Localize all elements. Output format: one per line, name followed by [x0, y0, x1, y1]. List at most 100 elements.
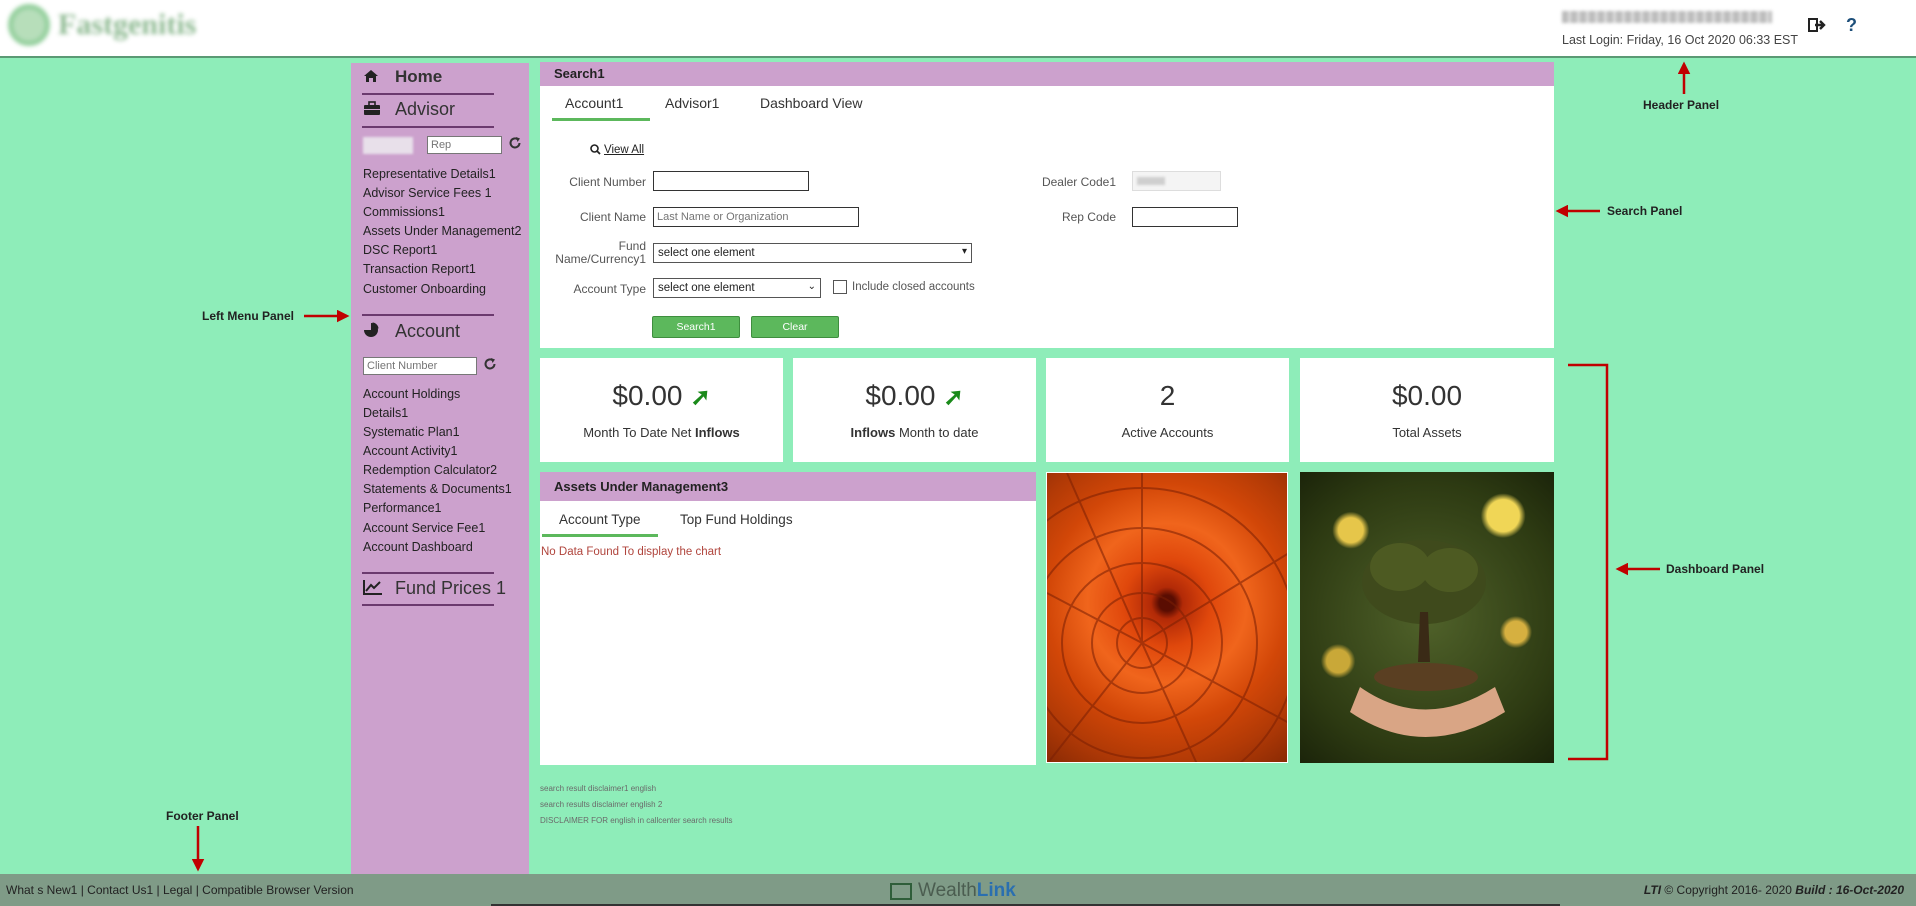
advisor-code-redacted	[363, 137, 413, 154]
menu-account-label: Account	[395, 321, 461, 341]
rep-code-label: Rep Code	[1061, 210, 1116, 224]
rep-code-field[interactable]	[1132, 207, 1238, 227]
search-panel-title: Search1	[540, 62, 1554, 86]
company-logo[interactable]: Fastgenitis	[8, 4, 213, 46]
active-tab-indicator	[552, 118, 650, 121]
logout-icon[interactable]	[1808, 17, 1826, 36]
logo-mark-icon	[8, 4, 50, 46]
search-panel: Search1 Account1 Advisor1 Dashboard View…	[540, 62, 1554, 348]
menu-link-statements-documents[interactable]: Statements & Documents1	[363, 482, 512, 496]
menu-link-advisor-service-fees[interactable]: Advisor Service Fees 1	[363, 186, 492, 200]
last-login-text: Last Login: Friday, 16 Oct 2020 06:33 ES…	[1562, 33, 1799, 47]
search-button[interactable]: Search1	[652, 316, 740, 338]
menu-fund-prices-label: Fund Prices 1	[395, 578, 507, 598]
wealthlink-logo: Wealth Link	[890, 880, 1016, 902]
dropdown-arrow-icon: ▾	[961, 246, 967, 257]
stat-caption-text: Month To Date Net	[583, 425, 695, 440]
assets-under-management-panel: Assets Under Management3 Account Type To…	[540, 472, 1036, 765]
footer-copyright: LTI © Copyright 2016- 2020 Build : 16-Oc…	[1644, 883, 1904, 897]
search-icon	[590, 144, 601, 158]
menu-link-assets-under-management[interactable]: Assets Under Management2	[363, 224, 521, 238]
include-closed-label: Include closed accounts	[852, 281, 975, 293]
menu-link-representative-details[interactable]: Representative Details1	[363, 167, 496, 181]
copyright-company: LTI	[1643, 883, 1662, 897]
dealer-code-label: Dealer Code1	[1041, 175, 1116, 189]
menu-link-commissions[interactable]: Commissions1	[363, 205, 445, 219]
annotation-footer-panel: Footer Panel	[166, 809, 239, 823]
chevron-down-icon: ⌄	[807, 281, 816, 292]
footer-separator: |	[153, 883, 163, 897]
wealthlink-logo-icon	[890, 882, 912, 900]
tree-in-hands-image	[1300, 472, 1554, 763]
menu-link-redemption-calculator[interactable]: Redemption Calculator2	[363, 463, 497, 477]
include-closed-checkbox[interactable]	[833, 280, 847, 294]
menu-advisor[interactable]: Advisor	[363, 99, 455, 120]
menu-link-account-holdings[interactable]: Account Holdings	[363, 387, 460, 401]
menu-advisor-label: Advisor	[395, 99, 456, 119]
refresh-icon[interactable]	[483, 357, 497, 375]
stat-value-text: $0.00	[612, 380, 683, 411]
tab-advisor[interactable]: Advisor1	[665, 95, 719, 111]
menu-link-transaction-report[interactable]: Transaction Report1	[363, 262, 476, 276]
menu-link-details[interactable]: Details1	[363, 406, 408, 420]
left-menu-panel: Home Advisor Representative Details1 Adv…	[351, 63, 529, 906]
header-panel: Fastgenitis Last Login: Friday, 16 Oct 2…	[0, 0, 1916, 58]
menu-link-customer-onboarding[interactable]: Customer Onboarding	[363, 282, 486, 296]
dealer-code-redacted	[1137, 177, 1165, 185]
tab-top-fund-holdings[interactable]: Top Fund Holdings	[680, 512, 793, 527]
menu-home-label: Home	[395, 67, 443, 86]
stat-value: $0.00 ➚	[540, 380, 783, 412]
stat-caption: Total Assets	[1392, 425, 1462, 440]
footer-link-compatible-browser[interactable]: Compatible Browser Version	[202, 883, 353, 897]
no-data-message: No Data Found To display the chart	[541, 546, 722, 558]
menu-link-performance[interactable]: Performance1	[363, 501, 442, 515]
menu-account[interactable]: Account	[363, 321, 460, 342]
footer-link-legal[interactable]: Legal	[163, 883, 192, 897]
menu-link-systematic-plan[interactable]: Systematic Plan1	[363, 425, 460, 439]
logo-text: Fastgenitis	[58, 8, 197, 41]
annotation-header-panel: Header Panel	[1643, 98, 1720, 112]
wealthlink-logo-part2: Link	[976, 880, 1016, 901]
client-number-input[interactable]	[363, 357, 477, 375]
pie-chart-icon	[363, 322, 383, 341]
stat-caption: Inflows Month to date	[793, 425, 1036, 440]
build-label: Build : 16-Oct-2020	[1795, 883, 1904, 897]
user-name-redacted	[1562, 11, 1772, 23]
menu-divider	[362, 314, 494, 316]
footer-link-whats-new[interactable]: What s New1	[6, 883, 77, 897]
refresh-icon[interactable]	[508, 136, 522, 154]
annotation-dashboard-panel: Dashboard Panel	[1666, 562, 1765, 576]
annotation-left-menu-panel: Left Menu Panel	[202, 309, 295, 323]
annotation-search-panel: Search Panel	[1607, 204, 1683, 218]
menu-link-account-activity[interactable]: Account Activity1	[363, 444, 458, 458]
tab-dashboard-view[interactable]: Dashboard View	[760, 95, 862, 111]
clear-button[interactable]: Clear	[751, 316, 839, 338]
footer-panel: What s New1 | Contact Us1 | Legal | Comp…	[0, 874, 1916, 906]
client-name-field[interactable]	[653, 207, 859, 227]
menu-link-dsc-report[interactable]: DSC Report1	[363, 243, 437, 257]
tab-account[interactable]: Account1	[565, 95, 623, 111]
stat-card-mtd-net-inflows: $0.00 ➚ Month To Date Net Inflows	[540, 358, 783, 462]
menu-fund-prices[interactable]: Fund Prices 1	[363, 578, 506, 599]
copyright-text: © Copyright 2016- 2020	[1661, 883, 1796, 897]
flower-image	[1046, 472, 1288, 763]
fund-select[interactable]: select one element ▾	[653, 243, 972, 263]
fund-label-line1: Fund	[618, 239, 646, 253]
help-icon[interactable]: ?	[1846, 15, 1857, 36]
line-chart-icon	[363, 579, 383, 598]
view-all-link[interactable]: View All	[604, 144, 644, 156]
footer-link-contact-us[interactable]: Contact Us1	[87, 883, 153, 897]
wealthlink-logo-part1: Wealth	[918, 880, 977, 901]
menu-link-account-dashboard[interactable]: Account Dashboard	[363, 540, 473, 554]
tab-account-type[interactable]: Account Type	[559, 512, 641, 527]
trend-up-icon: ➚	[690, 384, 711, 411]
account-type-select[interactable]: select one element ⌄	[653, 278, 821, 298]
menu-home[interactable]: Home	[363, 67, 442, 87]
stat-card-inflows-mtd: $0.00 ➚ Inflows Month to date	[793, 358, 1036, 462]
client-number-field[interactable]	[653, 171, 809, 191]
flower-petals-graphic	[1047, 473, 1287, 762]
menu-link-account-service-fee[interactable]: Account Service Fee1	[363, 521, 485, 535]
rep-input[interactable]	[427, 136, 502, 154]
client-name-label: Client Name	[579, 210, 646, 224]
stat-value-text: $0.00	[865, 380, 936, 411]
